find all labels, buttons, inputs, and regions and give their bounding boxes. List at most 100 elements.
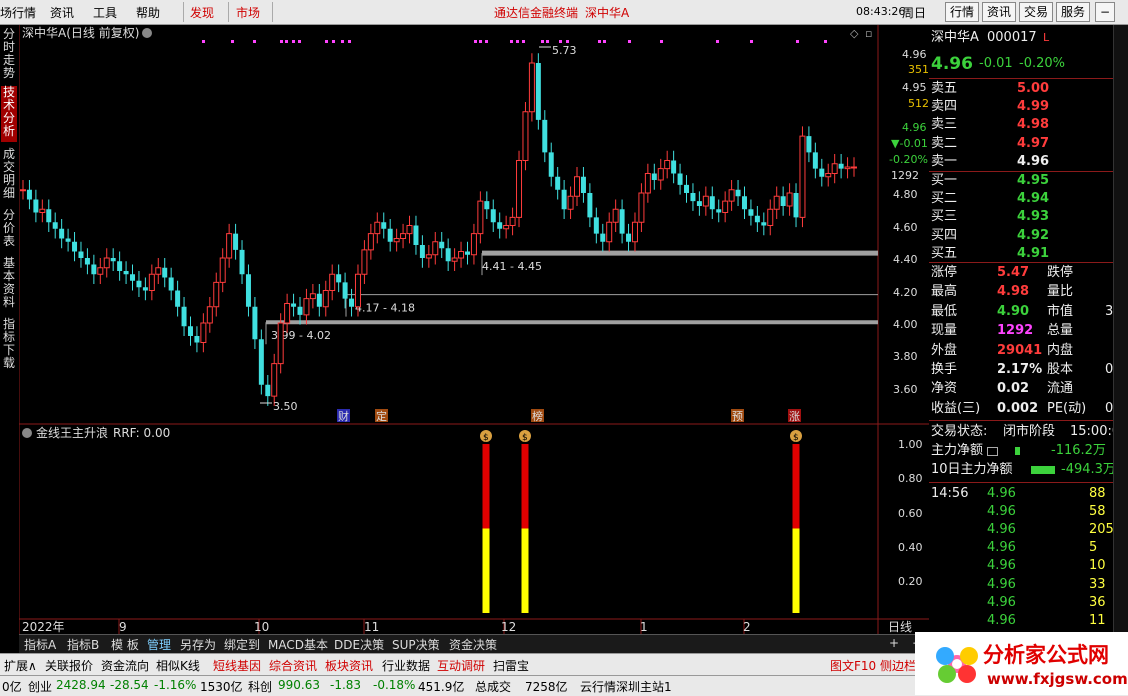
service-button[interactable]: 服务 [1056,2,1091,22]
stat-label: 收益(三) [931,400,981,416]
candle-body [831,163,838,174]
zoom-in-icon[interactable]: + [889,636,899,650]
event-marker-label: 预 [732,410,743,423]
menu-tools[interactable]: 工具 [93,4,117,21]
chevron-down-icon[interactable] [142,28,152,38]
quote-row: 4.96 5 [929,539,1128,557]
research-button[interactable]: 互动调研 [437,657,485,674]
news-button-2[interactable]: 综合资讯 [269,657,317,674]
tab-dde[interactable]: DDE决策 [334,636,384,653]
tab-indicator-a[interactable]: 指标A [24,636,56,653]
industry-data-button[interactable]: 行业数据 [382,657,430,674]
dot-marker [332,40,335,43]
menu-divider [183,2,184,22]
tab-technical[interactable]: 技术分析 [1,86,17,142]
margin-flag: L [1043,31,1050,44]
list-icon[interactable] [987,447,998,456]
chevron-down-icon[interactable] [22,428,32,438]
tab-save-as[interactable]: 另存为 [180,636,216,653]
dot-marker [253,40,256,43]
minimize-icon[interactable]: − [1095,2,1115,22]
candle-body [657,168,664,181]
indicator-value: RRF: 0.00 [113,426,170,440]
candle-body [425,254,432,259]
last-price: 4.96 [931,54,973,74]
tab-indicator-b[interactable]: 指标B [67,636,99,653]
bid-price: 4.94 [1017,191,1050,207]
candle-body [786,192,793,207]
tab-manage[interactable]: 管理 [147,636,171,653]
candle-body [84,258,90,265]
candle-body [606,221,613,243]
dot-marker [750,40,753,43]
candle-body [677,173,683,185]
menu-help[interactable]: 帮助 [136,4,160,21]
dot-marker [628,40,631,43]
stat-value: 29041 [997,342,1043,358]
f10-sidebar-button[interactable]: 图文F10 侧边栏 [830,657,916,674]
related-quotes-button[interactable]: 关联报价 [45,657,93,674]
dot-marker [603,40,606,43]
tab-fund[interactable]: 资金决策 [449,636,497,653]
quote-row: 换手 2.17% 股本 0 [929,361,1128,379]
bid-level-label: 买一 [931,173,958,188]
trade-button[interactable]: 交易 [1019,2,1054,22]
candle-body [316,293,322,307]
candle-body [148,273,155,291]
diamond-icon[interactable]: ◇ [850,27,859,40]
menu-market-red[interactable]: 市场 [236,4,260,21]
bid-level-label: 买三 [931,209,958,225]
tab-bind-to[interactable]: 绑定到 [224,636,260,653]
candle-body [516,160,523,218]
candle-body [432,241,439,256]
tab-template[interactable]: 模 板 [111,636,139,653]
candle-body [819,168,825,177]
sector-news-button[interactable]: 板块资讯 [325,657,373,674]
price-change: -0.01 [979,56,1013,71]
tab-indicator-download[interactable]: 指标下载 [1,318,17,374]
grid-icon[interactable]: ▫ [865,27,872,40]
quote-row: 买三 4.93 [929,208,1128,226]
tick-price: 4.96 [987,594,1016,610]
menu-divider [228,2,229,22]
tab-trades[interactable]: 成交明细 [1,148,17,204]
tick-volume: 5 [1089,540,1098,556]
quote-button[interactable]: 行情 [945,2,980,22]
news-button[interactable]: 资讯 [982,2,1017,22]
stat-value: 4.90 [997,303,1030,319]
tab-intraday[interactable]: 分时走势 [1,28,17,80]
candle-body [142,287,148,291]
risk-scan-button[interactable]: 扫雷宝 [493,657,529,674]
quote-row: 买一 4.95 [929,172,1128,190]
tab-sup[interactable]: SUP决策 [392,636,440,653]
short-gene-button[interactable]: 短线基因 [213,657,261,674]
menu-discover[interactable]: 发现 [190,4,214,21]
tab-price-table[interactable]: 分价表 [1,209,17,251]
indicator-tick: 0.60 [898,507,923,520]
menu-market[interactable]: 场行情 [0,4,36,21]
dot-marker [285,40,288,43]
stat-value: 0.002 [997,400,1039,416]
tab-macd[interactable]: MACD基本 [268,636,328,653]
tick-price: 4.96 [987,540,1016,556]
main-net: -116.2万 [1051,443,1106,458]
candle-body [612,208,619,223]
candle-body [522,111,529,161]
expand-button[interactable]: 扩展∧ [4,657,37,674]
similar-kline-button[interactable]: 相似K线 [156,657,200,674]
server-name[interactable]: 云行情深圳主站1 [580,678,672,695]
kline-chart[interactable]: 深中华A(日线 前复权) ◇ ▫ 4.41 - 4.45 4.17 - 4.18 3… [19,25,929,634]
tab-profile[interactable]: 基本资料 [1,257,17,313]
quote-row: 最低 4.90 市值 3 [929,303,1128,321]
candle-body [619,209,625,234]
candle-body [342,282,348,299]
quote-row: 4.96 36 [929,594,1128,612]
quote-row: 卖三 4.98 [929,116,1128,134]
menu-news[interactable]: 资讯 [50,4,74,21]
star-label: 科创 [248,680,273,694]
candle-body [374,221,381,235]
candle-body [490,209,496,223]
fund-flow-button[interactable]: 资金流向 [101,657,149,674]
period-label[interactable]: 日线 [888,620,912,634]
tick-price: 4.96 [987,522,1016,538]
